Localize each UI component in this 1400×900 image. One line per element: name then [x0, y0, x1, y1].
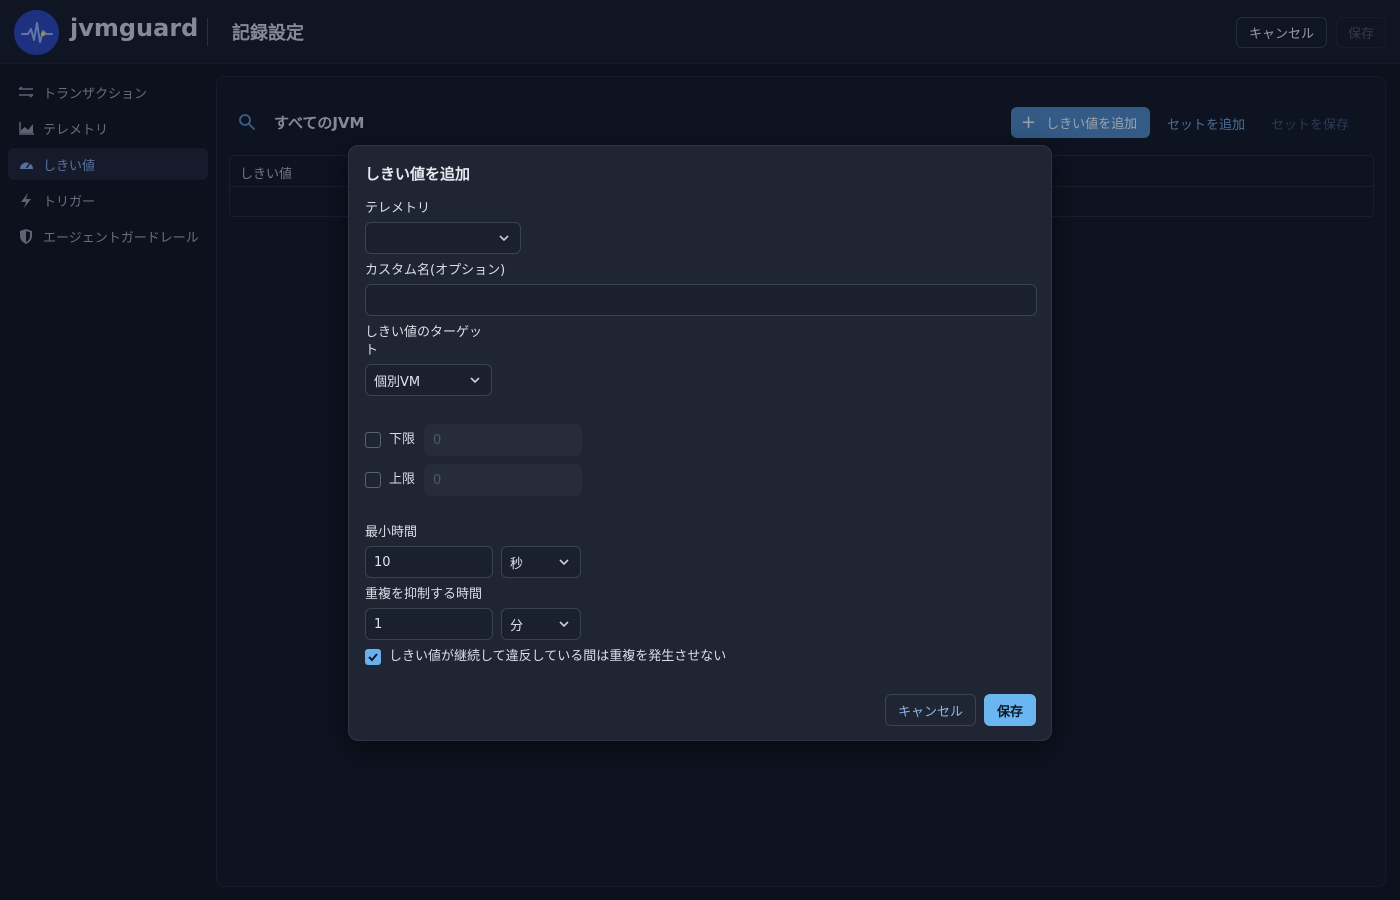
chevron-down-icon: [559, 621, 569, 628]
no-duplicate-label: しきい値が継続して違反している間は重複を発生させない: [389, 649, 727, 664]
add-threshold-dialog: しきい値を追加 テレメトリ カスタム名(オプション) しきい値のターゲッ ト 個…: [348, 145, 1052, 741]
chevron-down-icon: [499, 235, 509, 242]
suppress-time-unit-value: 分: [510, 618, 524, 634]
target-select-value: 個別VM: [374, 374, 421, 390]
target-label-line1: しきい値のターゲッ: [365, 325, 483, 340]
min-time-unit-value: 秒: [510, 556, 524, 572]
dialog-cancel-button[interactable]: キャンセル: [885, 694, 976, 726]
lower-limit-checkbox[interactable]: [365, 432, 381, 448]
dialog-save-button[interactable]: 保存: [984, 694, 1036, 726]
suppress-time-label: 重複を抑制する時間: [365, 587, 483, 602]
custom-name-input[interactable]: [365, 284, 1037, 316]
min-time-label: 最小時間: [365, 525, 418, 540]
min-time-unit-select[interactable]: 秒: [501, 546, 581, 578]
checkmark-icon: [368, 653, 378, 662]
min-time-input[interactable]: 10: [365, 546, 493, 578]
upper-limit-checkbox[interactable]: [365, 472, 381, 488]
chevron-down-icon: [559, 559, 569, 566]
target-label-line2: ト: [365, 343, 379, 358]
suppress-time-input[interactable]: 1: [365, 608, 493, 640]
dialog-title: しきい値を追加: [365, 165, 471, 183]
upper-limit-input[interactable]: 0: [424, 464, 582, 496]
upper-limit-label: 上限: [389, 472, 416, 487]
lower-limit-input[interactable]: 0: [424, 424, 582, 456]
suppress-time-unit-select[interactable]: 分: [501, 608, 581, 640]
chevron-down-icon: [470, 377, 480, 384]
telemetry-select[interactable]: [365, 222, 521, 254]
lower-limit-label: 下限: [389, 432, 416, 447]
target-select[interactable]: 個別VM: [365, 364, 492, 396]
no-duplicate-checkbox[interactable]: [365, 649, 381, 665]
custom-name-label: カスタム名(オプション): [365, 263, 506, 278]
telemetry-label: テレメトリ: [365, 201, 431, 216]
